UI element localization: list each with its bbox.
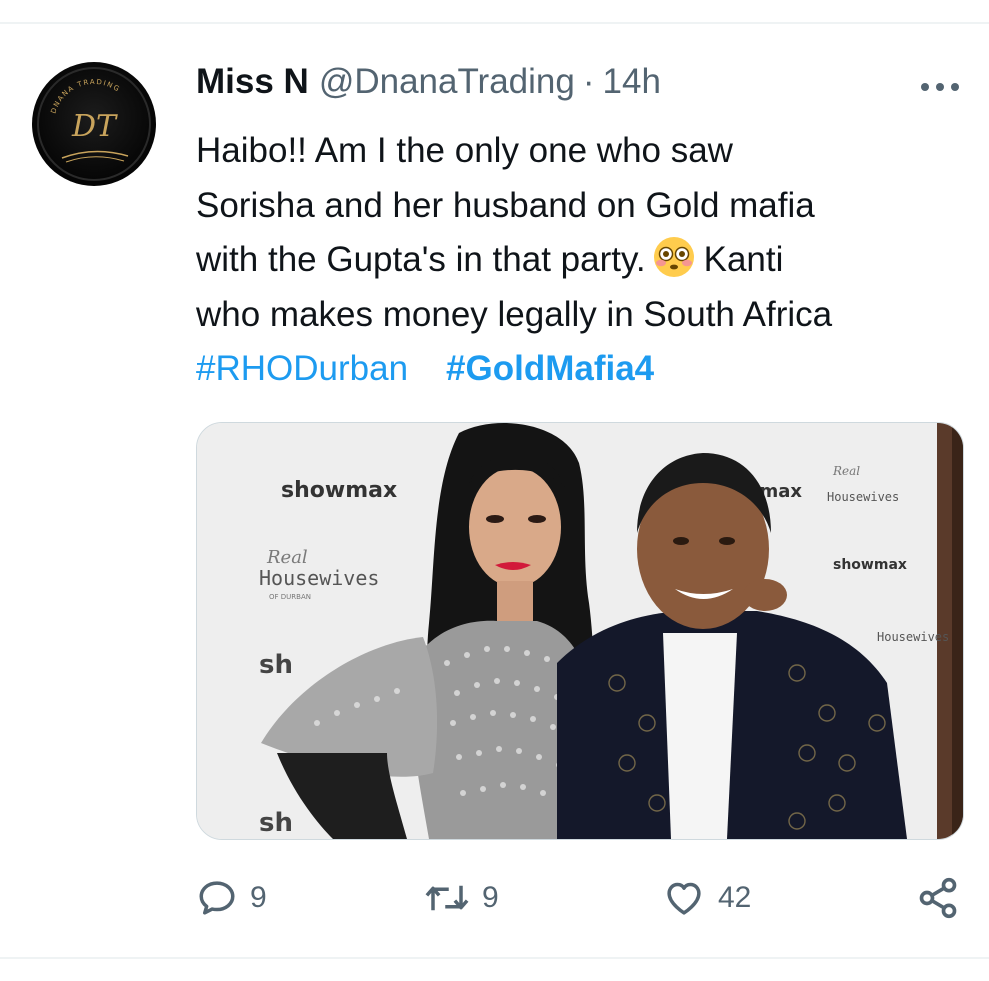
reply-count: 9	[250, 881, 267, 914]
backdrop-show-text: Real	[832, 464, 860, 478]
tweet-page: DNANA TRADING DT Miss N @DnanaTrading · …	[0, 0, 989, 981]
backdrop-show-text: OF DURBAN	[269, 593, 311, 601]
retweet-count: 9	[482, 881, 499, 914]
reply-bubble-icon	[199, 881, 235, 915]
event-photo-illustration: showmax showmax showmax Real Housewives …	[197, 423, 963, 839]
tweet-timestamp[interactable]: 14h	[603, 62, 661, 102]
ellipsis-icon	[921, 83, 959, 91]
tweet-text-line: Sorisha and her husband on Gold mafia	[196, 185, 815, 225]
tweet-text: Haibo!! Am I the only one who saw Sorish…	[196, 124, 956, 397]
avatar-monogram: DT	[71, 109, 118, 144]
author-display-name[interactable]: Miss N	[196, 62, 309, 102]
tweet-text-segment: with the Gupta's in that party.	[196, 240, 646, 279]
avatar-logo-icon: DNANA TRADING DT	[37, 67, 151, 181]
like-count: 42	[718, 881, 752, 914]
author-avatar[interactable]: DNANA TRADING DT	[32, 62, 156, 186]
hashtag-link-rhodurban[interactable]: #RHODurban	[196, 342, 408, 397]
tweet-text-segment: Kanti	[703, 240, 784, 279]
top-divider	[0, 22, 989, 24]
retweet-button[interactable]: 9	[424, 870, 499, 926]
retweet-icon	[425, 885, 469, 911]
tweet-actions-bar: 9 9 42	[196, 870, 966, 926]
share-icon	[919, 877, 957, 919]
flushed-face-emoji-icon	[653, 237, 694, 277]
more-options-button[interactable]	[914, 70, 966, 104]
share-button[interactable]	[916, 870, 960, 926]
backdrop-show-text: Real	[266, 547, 308, 568]
author-handle[interactable]: @DnanaTrading	[319, 62, 575, 102]
hashtag-link-goldmafia4[interactable]: #GoldMafia4	[446, 342, 654, 397]
backdrop-brand-text: showmax	[281, 478, 397, 503]
tweet-text-line: who makes money legally in South Africa	[196, 294, 833, 334]
tweet-text-line: Haibo!! Am I the only one who saw	[196, 131, 733, 170]
tweet-photo[interactable]: showmax showmax showmax Real Housewives …	[196, 422, 964, 840]
backdrop-show-text: Housewives	[827, 490, 899, 504]
reply-button[interactable]: 9	[196, 870, 267, 926]
like-button[interactable]: 42	[662, 870, 751, 926]
tweet-header: Miss N @DnanaTrading · 14h	[196, 62, 661, 110]
backdrop-show-text: Housewives	[259, 566, 379, 590]
backdrop-brand-text: showmax	[833, 557, 907, 573]
backdrop-brand-text: sh	[259, 808, 293, 838]
tweet-text-line: with the Gupta's in that party. Kanti	[196, 233, 956, 288]
backdrop-brand-text: sh	[259, 650, 293, 680]
heart-icon	[667, 882, 701, 915]
bottom-divider	[0, 957, 989, 959]
header-separator: ·	[582, 62, 595, 101]
hashtag-row: #RHODurban #GoldMafia4	[196, 342, 956, 397]
backdrop-show-text: Housewives	[877, 630, 949, 644]
